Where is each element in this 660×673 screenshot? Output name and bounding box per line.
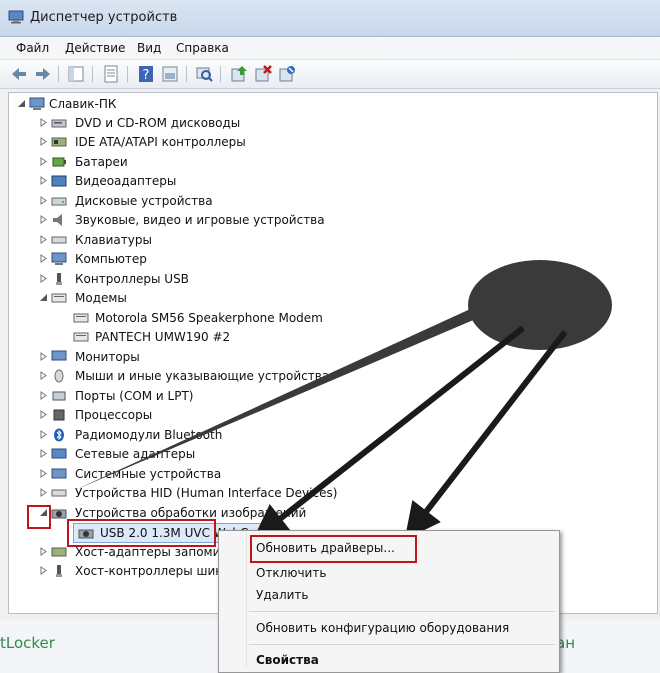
highlight-webcam [67,519,216,547]
menu-divider [249,644,555,645]
callout-tail [75,300,490,490]
callout-bubble [468,260,612,350]
menu-item-scan-hardware[interactable]: Обновить конфигурацию оборудования [256,621,509,635]
menu-item-properties[interactable]: Свойства [256,653,319,667]
menu-divider [249,611,555,612]
context-menu-icon-column [246,533,247,668]
highlight-update-drivers [250,535,417,563]
menu-item-disable[interactable]: Отключить [256,566,326,580]
highlight-expand-imaging [27,505,51,529]
menu-item-uninstall[interactable]: Удалить [256,588,309,602]
arrow-to-webcam [252,325,525,541]
arrow-to-update [404,330,568,540]
